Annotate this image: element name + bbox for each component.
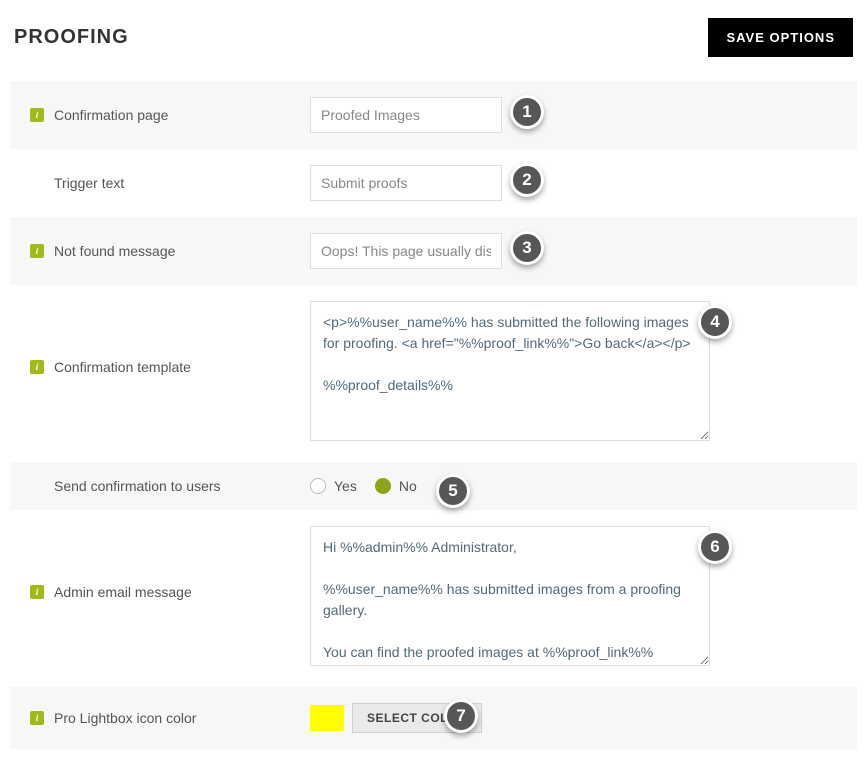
label-not-found: i Not found message: [30, 243, 310, 259]
radio-yes-label: Yes: [334, 478, 357, 494]
step-badge-5: 5: [436, 474, 470, 508]
admin-email-textarea[interactable]: [310, 526, 710, 666]
info-icon[interactable]: i: [30, 711, 44, 725]
field-lightbox-color: SELECT COLOR 7: [310, 703, 837, 733]
label-confirmation-page: i Confirmation page: [30, 107, 310, 123]
info-icon[interactable]: i: [30, 244, 44, 258]
save-options-button[interactable]: SAVE OPTIONS: [708, 18, 853, 57]
color-swatch[interactable]: [310, 705, 344, 731]
confirmation-page-input[interactable]: [310, 97, 502, 133]
step-badge-4: 4: [698, 305, 732, 339]
radio-dot-no: [375, 478, 391, 494]
info-icon[interactable]: i: [30, 108, 44, 122]
row-lightbox-color: i Pro Lightbox icon color SELECT COLOR 7: [10, 687, 857, 749]
label-text: Trigger text: [54, 175, 124, 191]
label-trigger-text: Trigger text: [30, 175, 310, 191]
label-text: Not found message: [54, 243, 175, 259]
page-header: PROOFING SAVE OPTIONS: [10, 18, 857, 57]
row-trigger-text: Trigger text 2: [10, 149, 857, 217]
step-badge-1: 1: [510, 95, 544, 129]
label-text: Admin email message: [54, 584, 192, 600]
info-icon[interactable]: i: [30, 360, 44, 374]
field-not-found: 3: [310, 233, 837, 269]
label-send-confirmation: Send confirmation to users: [30, 478, 310, 494]
step-badge-3: 3: [510, 231, 544, 265]
field-confirmation-page: 1: [310, 97, 837, 133]
row-confirmation-template: i Confirmation template 4: [10, 285, 857, 462]
color-picker-row: SELECT COLOR: [310, 703, 837, 733]
label-confirmation-template: i Confirmation template: [30, 301, 310, 375]
row-confirmation-page: i Confirmation page 1: [10, 81, 857, 149]
label-text: Confirmation page: [54, 107, 168, 123]
label-text: Confirmation template: [54, 359, 191, 375]
radio-no-label: No: [399, 478, 417, 494]
label-admin-email: i Admin email message: [30, 526, 310, 600]
step-badge-7: 7: [444, 699, 478, 733]
not-found-input[interactable]: [310, 233, 502, 269]
label-text: Send confirmation to users: [54, 478, 221, 494]
row-admin-email: i Admin email message 6: [10, 510, 857, 687]
info-icon[interactable]: i: [30, 585, 44, 599]
row-not-found: i Not found message 3: [10, 217, 857, 285]
page-title: PROOFING: [14, 26, 129, 49]
radio-no[interactable]: No: [375, 478, 417, 494]
field-trigger-text: 2: [310, 165, 837, 201]
label-lightbox-color: i Pro Lightbox icon color: [30, 710, 310, 726]
step-badge-6: 6: [698, 530, 732, 564]
radio-dot-yes: [310, 478, 326, 494]
label-text: Pro Lightbox icon color: [54, 710, 196, 726]
field-admin-email: 6: [310, 526, 837, 671]
step-badge-2: 2: [510, 163, 544, 197]
field-send-confirmation: Yes No 5: [310, 478, 837, 494]
radio-yes[interactable]: Yes: [310, 478, 357, 494]
field-confirmation-template: 4: [310, 301, 837, 446]
trigger-text-input[interactable]: [310, 165, 502, 201]
confirmation-template-textarea[interactable]: [310, 301, 710, 441]
send-confirmation-radio-group: Yes No: [310, 478, 837, 494]
row-send-confirmation: Send confirmation to users Yes No 5: [10, 462, 857, 510]
